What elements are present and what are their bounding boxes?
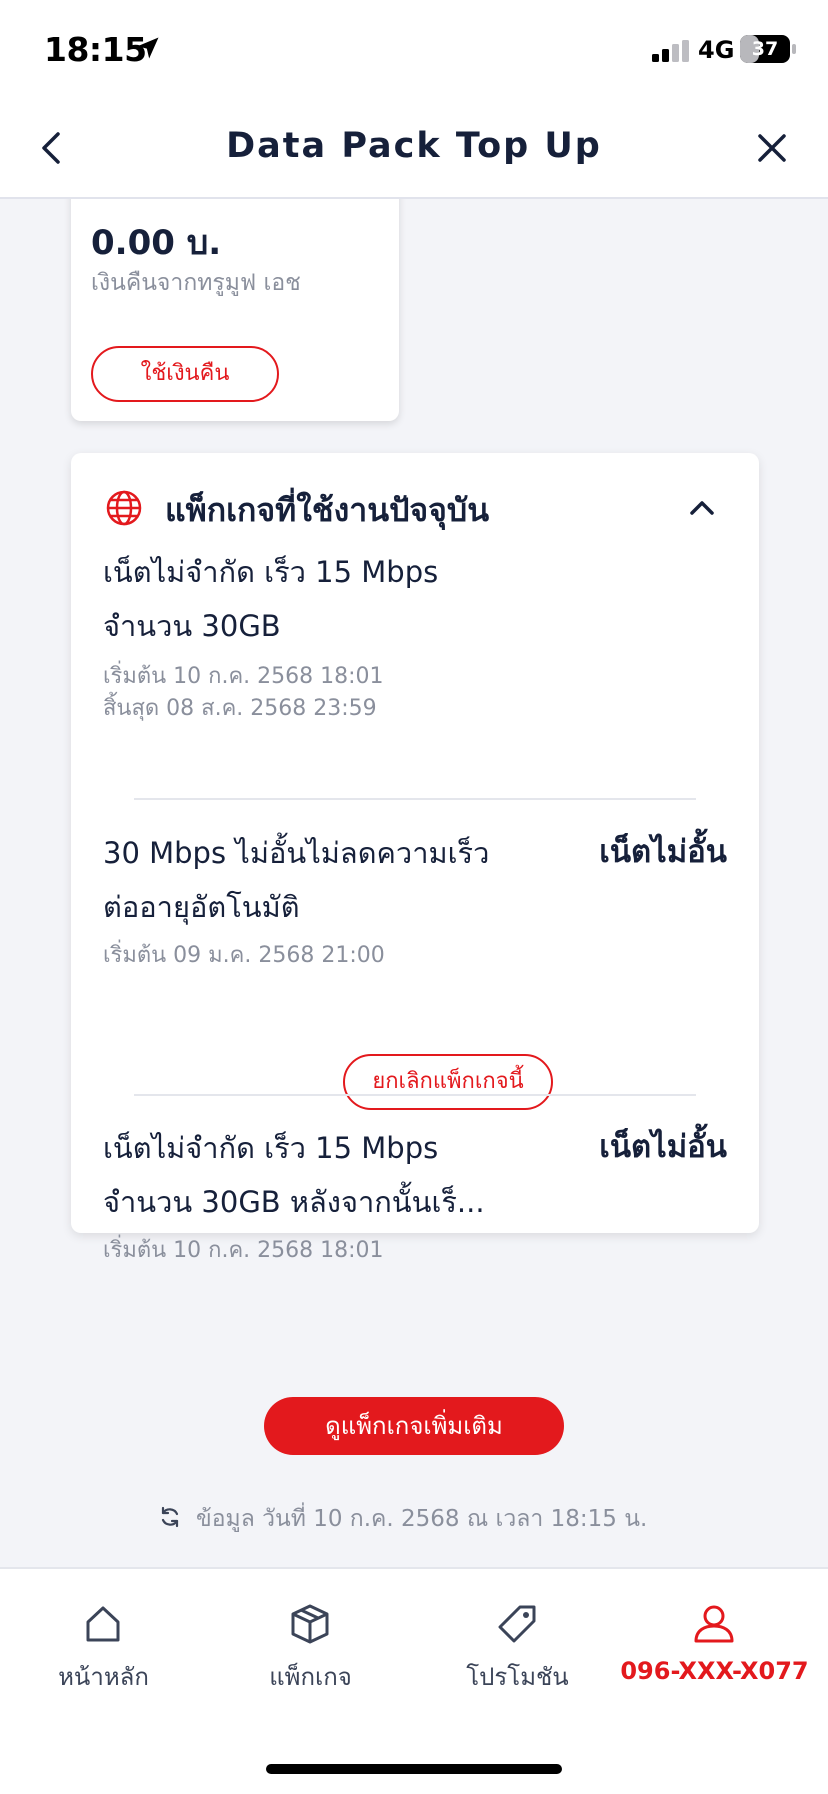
divider — [134, 1094, 696, 1096]
nav-home[interactable]: หน้าหลัก — [0, 1569, 207, 1709]
bottom-nav: หน้าหลัก แพ็กเกจ โปรโมชัน 096-XXX-X077 — [0, 1567, 828, 1794]
package-name: เน็ตไม่จำกัด เร็ว 15 Mbps จำนวน 30GB หลั… — [103, 1121, 543, 1229]
cancel-package-button[interactable]: ยกเลิกแพ็กเกจนี้ — [343, 1054, 553, 1110]
refresh-icon[interactable] — [158, 1505, 182, 1529]
home-indicator — [266, 1764, 562, 1774]
chevron-up-icon[interactable] — [685, 491, 719, 525]
divider — [134, 798, 696, 800]
nav-promotions-label: โปรโมชัน — [466, 1663, 569, 1691]
battery-cap — [792, 44, 796, 54]
package-start-date: เริ่มต้น 10 ก.ค. 2568 18:01 — [103, 664, 384, 689]
unlimited-badge: เน็ตไม่อั้น — [599, 834, 727, 870]
package-item: 30 Mbps ไม่อั้นไม่ลดความเร็ว ต่ออายุอัตโ… — [103, 826, 727, 1110]
page-title: Data Pack Top Up — [226, 126, 602, 166]
network-type: 4G — [698, 36, 735, 64]
main-content: 0.00 บ. เงินคืนจากทรูมูฟ เอช ใช้เงินคืน … — [0, 199, 828, 1567]
cashback-subtitle: เงินคืนจากทรูมูฟ เอช — [91, 270, 301, 296]
package-name: เน็ตไม่จำกัด เร็ว 15 Mbps จำนวน 30GB — [103, 545, 543, 653]
package-end-date: สิ้นสุด 08 ส.ค. 2568 23:59 — [103, 696, 377, 721]
package-name-line2: จำนวน 30GB หลังจากนั้นเร็... — [103, 1185, 485, 1219]
package-name-line1: เน็ตไม่จำกัด เร็ว 15 Mbps — [103, 1131, 439, 1165]
cashback-amount: 0.00 บ. — [91, 223, 222, 263]
box-icon — [291, 1604, 329, 1644]
location-arrow-icon — [137, 37, 159, 59]
package-name-line2: ต่ออายุอัตโนมัติ — [103, 890, 300, 924]
package-name-line1: เน็ตไม่จำกัด เร็ว 15 Mbps — [103, 555, 439, 589]
last-updated-text: ข้อมูล วันที่ 10 ก.ค. 2568 ณ เวลา 18:15 … — [196, 1506, 648, 1532]
nav-header: Data Pack Top Up — [0, 100, 828, 199]
user-icon — [694, 1605, 734, 1643]
status-bar: 18:15 4G 37 — [0, 0, 828, 100]
nav-packages-label: แพ็กเกจ — [269, 1663, 352, 1691]
package-item: เน็ตไม่จำกัด เร็ว 15 Mbps จำนวน 30GB หลั… — [103, 1121, 727, 1267]
cashback-card: 0.00 บ. เงินคืนจากทรูมูฟ เอช ใช้เงินคืน — [71, 199, 399, 421]
current-packages-card: แพ็กเกจที่ใช้งานปัจจุบัน เน็ตไม่จำกัด เร… — [71, 453, 759, 1263]
nav-promotions[interactable]: โปรโมชัน — [414, 1569, 621, 1709]
package-name-line1: 30 Mbps ไม่อั้นไม่ลดความเร็ว — [103, 836, 490, 870]
close-icon[interactable] — [752, 128, 792, 168]
battery-icon: 37 — [740, 35, 790, 63]
nav-account[interactable]: 096-XXX-X077 — [611, 1569, 818, 1709]
cellular-signal-icon — [652, 40, 689, 62]
package-start-date: เริ่มต้น 10 ก.ค. 2568 18:01 — [103, 1238, 384, 1263]
battery-percent: 37 — [751, 38, 779, 60]
home-icon — [86, 1606, 120, 1642]
use-cashback-button[interactable]: ใช้เงินคืน — [91, 346, 279, 402]
tag-icon — [498, 1605, 536, 1643]
more-packages-button[interactable]: ดูแพ็กเกจเพิ่มเติม — [264, 1397, 564, 1455]
package-name-line2: จำนวน 30GB — [103, 609, 281, 643]
nav-packages[interactable]: แพ็กเกจ — [207, 1569, 414, 1709]
package-name: 30 Mbps ไม่อั้นไม่ลดความเร็ว ต่ออายุอัตโ… — [103, 826, 543, 934]
current-packages-title: แพ็กเกจที่ใช้งานปัจจุบัน — [165, 491, 490, 529]
package-item: เน็ตไม่จำกัด เร็ว 15 Mbps จำนวน 30GB เริ… — [103, 545, 727, 725]
status-time: 18:15 — [44, 30, 147, 69]
unlimited-badge: เน็ตไม่อั้น — [599, 1129, 727, 1165]
nav-home-label: หน้าหลัก — [58, 1663, 149, 1691]
package-start-date: เริ่มต้น 09 ม.ค. 2568 21:00 — [103, 943, 385, 968]
nav-account-label: 096-XXX-X077 — [620, 1657, 809, 1685]
globe-icon — [106, 490, 142, 526]
